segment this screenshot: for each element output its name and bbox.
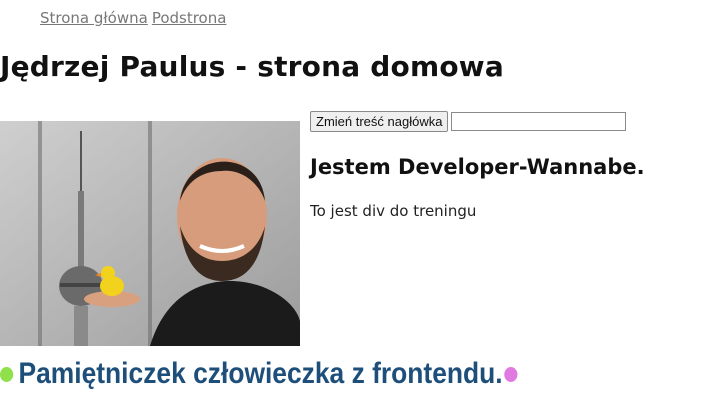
nav-link-subpage[interactable]: Podstrona <box>152 9 227 27</box>
header-controls: Zmień treść nagłówka <box>310 111 627 132</box>
photo-illustration <box>0 121 300 346</box>
page-title: Jędrzej Paulus - strona domowa <box>0 50 504 83</box>
top-navigation: Strona główna Podstrona <box>40 9 230 27</box>
portrait-photo <box>0 121 300 346</box>
nav-link-home[interactable]: Strona główna <box>40 9 148 27</box>
training-div-text: To jest div do treningu <box>310 202 477 220</box>
change-heading-button[interactable]: Zmień treść nagłówka <box>310 111 449 132</box>
tagline: Pamiętniczek człowieczka z frontendu. <box>0 357 518 391</box>
heading-text-input[interactable] <box>451 112 627 131</box>
pink-dot-icon <box>504 366 518 382</box>
green-dot-icon <box>0 366 14 382</box>
subheading: Jestem Developer-Wannabe. <box>310 155 645 179</box>
tagline-text: Pamiętniczek człowieczka z frontendu. <box>18 357 503 390</box>
